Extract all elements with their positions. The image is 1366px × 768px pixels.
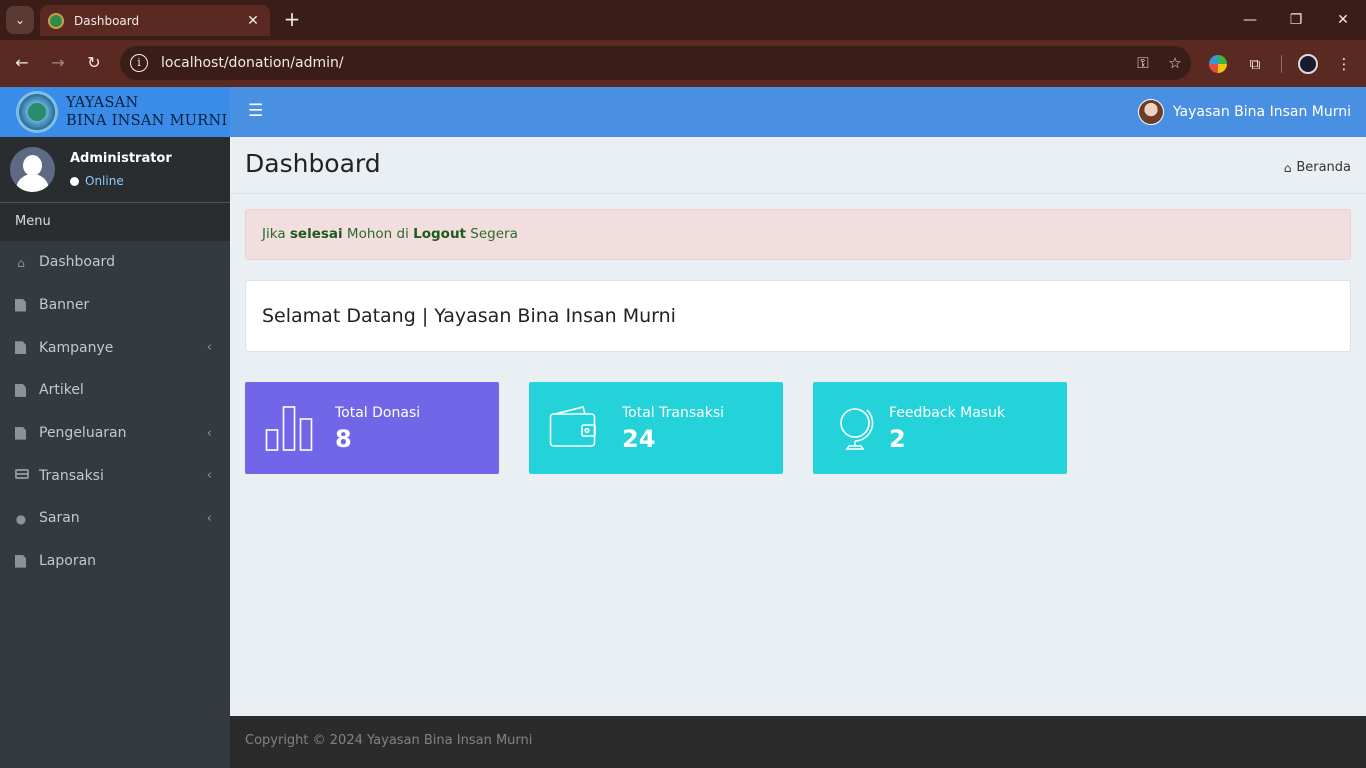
sidebar-item-label: Kampanye	[39, 339, 114, 356]
wallet-icon	[549, 406, 596, 447]
file-icon	[15, 341, 27, 355]
sidebar-toggle-icon[interactable]: ☰	[248, 101, 263, 121]
online-status: Online	[70, 174, 124, 188]
logout-alert: Jika selesai Mohon di Logout Segera	[245, 209, 1351, 260]
file-icon	[15, 383, 27, 397]
footer: Copyright © 2024 Yayasan Bina Insan Murn…	[230, 716, 1366, 768]
bar-chart-icon	[265, 406, 313, 451]
browser-tab-active[interactable]: Dashboard ✕	[40, 5, 270, 36]
breadcrumb[interactable]: ⌂ Beranda	[1284, 160, 1351, 175]
credit-card-icon	[15, 469, 29, 482]
restore-button[interactable]: ❐	[1284, 8, 1308, 32]
tab-search-button[interactable]: ⌄	[6, 6, 34, 34]
file-icon	[15, 554, 27, 568]
home-icon: ⌂	[17, 255, 25, 270]
key-icon[interactable]: ⚿	[1127, 54, 1159, 72]
menu-header: Menu	[0, 203, 230, 241]
site-info-icon[interactable]: i	[130, 54, 148, 72]
stat-label: Total Donasi	[335, 405, 421, 421]
reload-button[interactable]: ↻	[81, 50, 107, 76]
favicon-icon	[48, 12, 64, 29]
chevron-left-icon: ‹	[206, 468, 212, 484]
sidebar-item-label: Pengeluaran	[39, 425, 127, 442]
user-menu-name: Yayasan Bina Insan Murni	[1172, 104, 1351, 120]
tab-close-icon[interactable]: ✕	[244, 13, 262, 29]
brand-line2: BINA INSAN MURNI	[66, 113, 228, 129]
new-tab-button[interactable]: +	[280, 8, 304, 32]
url-text[interactable]: localhost/donation/admin/	[161, 55, 1127, 71]
forward-button[interactable]: →	[45, 50, 71, 76]
content-header: Dashboard ⌂ Beranda	[230, 137, 1366, 194]
sidebar-item-saran[interactable]: ● Saran ‹	[0, 497, 230, 540]
user-menu[interactable]: Yayasan Bina Insan Murni	[1137, 99, 1351, 125]
status-text: Online	[85, 174, 124, 188]
back-button[interactable]: ←	[9, 50, 35, 76]
sidebar-item-label: Dashboard	[39, 254, 115, 271]
sidebar-item-artikel[interactable]: Artikel	[0, 369, 230, 412]
sidebar-item-dashboard[interactable]: ⌂ Dashboard	[0, 241, 230, 284]
page-title: Dashboard	[245, 149, 381, 178]
home-icon: ⌂	[1283, 160, 1292, 175]
stat-label: Feedback Masuk	[889, 405, 1006, 421]
welcome-card: Selamat Datang | Yayasan Bina Insan Murn…	[245, 280, 1351, 352]
admin-avatar	[10, 147, 55, 192]
brand-line1: YAYASAN	[66, 95, 139, 111]
top-navbar: ☰ Yayasan Bina Insan Murni	[230, 87, 1366, 137]
chevron-left-icon: ‹	[206, 510, 212, 526]
sidebar-item-label: Artikel	[39, 382, 84, 399]
tab-title: Dashboard	[74, 13, 140, 28]
app-root: YAYASAN BINA INSAN MURNI ☰ Yayasan Bina …	[0, 87, 1366, 768]
toolbar-divider	[1281, 55, 1282, 73]
stat-label: Total Transaksi	[622, 405, 725, 421]
sidebar-item-label: Transaksi	[39, 467, 104, 484]
brand-name: YAYASAN BINA INSAN MURNI	[66, 94, 227, 130]
stat-value: 8	[335, 425, 352, 453]
stat-value: 2	[889, 425, 906, 453]
profile-avatar[interactable]	[1296, 52, 1320, 76]
alert-bold-selesai: selesai	[289, 226, 343, 242]
admin-name: Administrator	[70, 151, 172, 166]
minimize-button[interactable]: —	[1238, 8, 1262, 32]
sidebar-item-pengeluaran[interactable]: Pengeluaran ‹	[0, 412, 230, 455]
user-avatar	[1137, 99, 1164, 125]
stat-card-total-transaksi[interactable]: Total Transaksi 24	[529, 382, 783, 474]
sidebar-item-transaksi[interactable]: Transaksi ‹	[0, 454, 230, 497]
chevron-left-icon: ‹	[206, 425, 212, 441]
alert-text: Jika	[262, 226, 290, 242]
alert-text: Mohon di	[342, 226, 414, 242]
browser-tabbar: ⌄ Dashboard ✕ + — ❐ ✕	[0, 0, 1366, 40]
address-bar[interactable]: i localhost/donation/admin/ ⚿ ☆	[120, 46, 1191, 80]
extension-globe-icon[interactable]	[1206, 52, 1230, 76]
alert-bold-logout: Logout	[413, 226, 467, 242]
sidebar-item-laporan[interactable]: Laporan	[0, 540, 230, 583]
sidebar: Administrator Online Menu ⌂ Dashboard Ba…	[0, 137, 230, 768]
breadcrumb-home[interactable]: Beranda	[1296, 160, 1351, 175]
alert-text: Segera	[466, 226, 518, 242]
globe-icon: ●	[15, 511, 27, 526]
copyright-text: Copyright © 2024 Yayasan Bina Insan Murn…	[245, 733, 533, 748]
sidebar-item-kampanye[interactable]: Kampanye ‹	[0, 326, 230, 369]
status-dot-icon	[70, 176, 79, 186]
file-icon	[15, 426, 27, 440]
foundation-logo-icon	[16, 91, 58, 133]
close-window-button[interactable]: ✕	[1331, 8, 1355, 32]
sidebar-user-panel: Administrator Online	[0, 137, 230, 203]
chevron-left-icon: ‹	[206, 340, 212, 356]
sidebar-item-banner[interactable]: Banner	[0, 284, 230, 327]
sidebar-item-label: Saran	[39, 510, 80, 527]
file-icon	[15, 298, 27, 312]
extensions-puzzle-icon[interactable]: ⧉	[1243, 52, 1267, 76]
stat-card-feedback-masuk[interactable]: Feedback Masuk 2	[813, 382, 1067, 474]
globe-icon	[840, 408, 874, 450]
stat-card-total-donasi[interactable]: Total Donasi 8	[245, 382, 499, 474]
more-menu-icon[interactable]: ⋮	[1332, 52, 1356, 76]
stat-value: 24	[622, 425, 656, 453]
star-icon[interactable]: ☆	[1159, 54, 1191, 72]
sidebar-item-label: Banner	[39, 297, 90, 314]
sidebar-item-label: Laporan	[39, 553, 97, 570]
browser-toolbar: ← → ↻ i localhost/donation/admin/ ⚿ ☆ ⧉ …	[0, 40, 1366, 87]
brand-logo-area[interactable]: YAYASAN BINA INSAN MURNI	[0, 87, 230, 137]
welcome-text: Selamat Datang | Yayasan Bina Insan Murn…	[262, 305, 676, 327]
